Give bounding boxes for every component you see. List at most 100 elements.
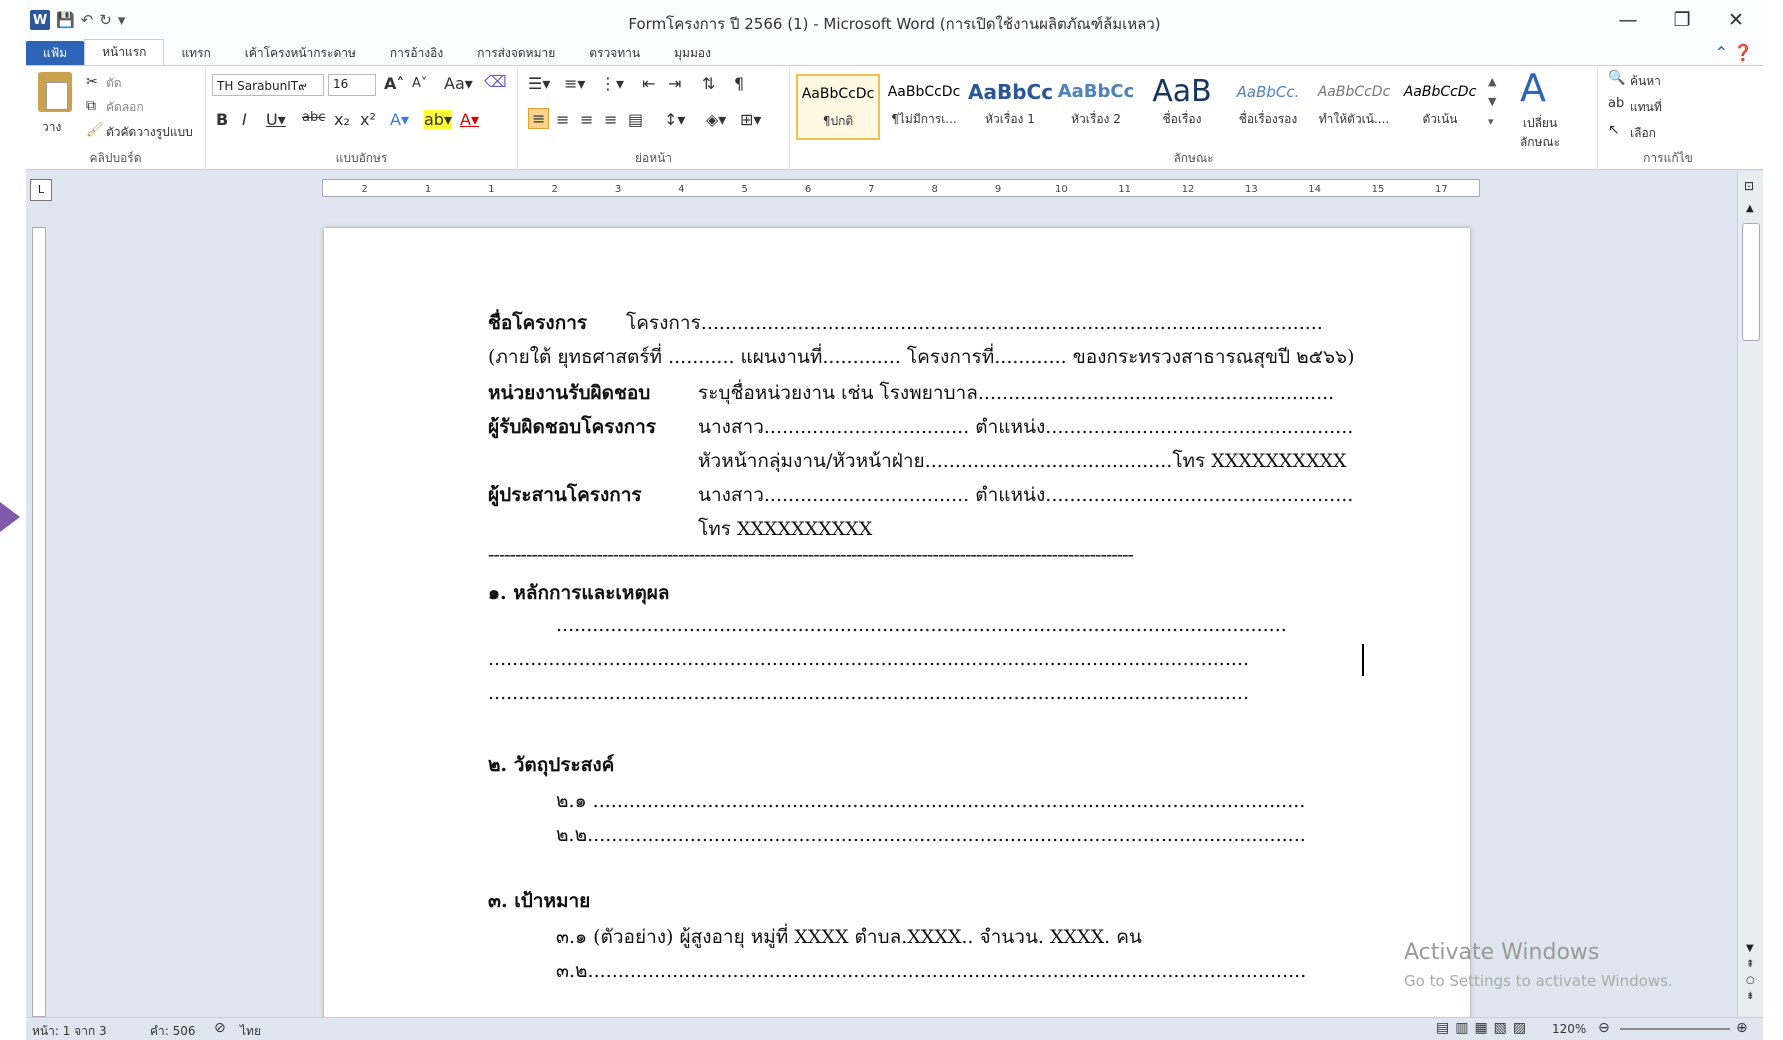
find-label[interactable]: ค้นหา [1630,72,1661,91]
styles-scroll-icon[interactable]: ▲ ▼ ▾ [1488,72,1496,132]
strikethrough-icon[interactable]: abc [302,110,325,125]
change-styles-icon[interactable]: A [1520,66,1546,110]
paste-icon[interactable] [38,72,72,112]
underline-icon[interactable]: U▾ [266,110,286,129]
style-preview: AaB [1152,74,1212,109]
view-mode-icons[interactable]: ▤▥▦▧▨ [1436,1020,1532,1036]
grow-font-icon[interactable]: A˄ [384,74,404,93]
replace-label[interactable]: แทนที่ [1630,98,1662,117]
shrink-font-icon[interactable]: A˅ [412,76,427,91]
numbering-icon[interactable]: ≡▾ [564,74,585,93]
vertical-ruler[interactable] [32,227,46,1017]
font-color-icon[interactable]: A▾ [460,110,479,129]
align-right-icon[interactable]: ≡ [580,110,593,129]
zoom-level[interactable]: 120% [1552,1022,1586,1036]
font-name-select[interactable]: TH SarabunIT๙ [212,74,324,96]
page-count[interactable]: หน้า: 1 จาก 3 [32,1022,107,1040]
owner-value: นางสาว..................................… [698,416,1354,438]
tab-review[interactable]: ตรวจทาน [572,41,657,65]
style-emphasis[interactable]: AaBbCcDc ตัวเน้น [1398,74,1482,140]
style-heading-1[interactable]: AaBbCc หัวเรื่อง 1 [968,74,1052,140]
tab-page-layout[interactable]: เค้าโครงหน้ากระดาษ [228,41,373,65]
style-name: ¶ปกติ [822,114,854,128]
clear-format-icon[interactable]: ⌫ [484,72,507,91]
tab-mailings[interactable]: การส่งจดหมาย [460,41,572,65]
horizontal-ruler[interactable]: 2 1 1 2 3 4 5 6 7 8 9 10 11 12 13 14 15 17 [322,179,1480,197]
tab-insert[interactable]: แทรก [164,41,227,65]
replace-icon[interactable]: ab [1608,96,1624,111]
tab-file[interactable]: แฟ้ม [26,41,85,65]
decrease-indent-icon[interactable]: ⇤ [642,74,655,93]
ruler-number: 7 [868,184,874,195]
copy-icon[interactable]: ⧉ [86,98,96,114]
align-center-icon[interactable]: ≡ [556,110,569,129]
word-count[interactable]: คำ: 506 [150,1022,196,1040]
copy-label[interactable]: คัดลอก [106,98,144,117]
restore-button[interactable]: ❐ [1655,6,1709,34]
justify-icon[interactable]: ≡ [604,110,617,129]
format-painter-icon[interactable]: 🖌 [86,122,104,138]
bullets-icon[interactable]: ☰▾ [528,74,550,93]
agency-value: ระบุชื่อหน่วยงาน เช่น โรงพยาบาล.........… [698,382,1335,404]
show-marks-icon[interactable]: ¶ [734,74,744,93]
font-size-select[interactable]: 16 [328,74,376,96]
multilevel-list-icon[interactable]: ⋮▾ [600,74,624,93]
paste-label[interactable]: วาง [42,118,61,137]
change-case-icon[interactable]: Aa▾ [444,74,473,93]
proofing-icon[interactable]: ⊘ [214,1020,226,1036]
view-ruler-icon[interactable]: ⊡ [1744,179,1754,193]
tab-view[interactable]: มุมมอง [657,41,728,65]
close-button[interactable]: ✕ [1709,6,1763,34]
cut-label[interactable]: ตัด [106,74,122,93]
scrollbar-thumb[interactable] [1742,223,1760,341]
style-subtle-emphasis[interactable]: AaBbCcDc ทำให้ตัวเน้.... [1312,74,1396,140]
style-title[interactable]: AaB ชื่อเรื่อง [1140,74,1224,140]
bold-icon[interactable]: B [216,110,228,129]
style-name: ¶ไม่มีการเ... [891,112,957,126]
tab-home[interactable]: หน้าแรก [84,39,165,65]
thai-distributed-icon[interactable]: ▤ [628,110,643,129]
document-page[interactable]: ชื่อโครงการ โครงการ.....................… [324,228,1470,1028]
style-no-spacing[interactable]: AaBbCcDc ¶ไม่มีการเ... [882,74,966,140]
style-subtitle[interactable]: AaBbCc. ชื่อเรื่องรอง [1226,74,1310,140]
format-painter-label[interactable]: ตัวคัดวางรูปแบบ [106,123,193,142]
zoom-slider[interactable] [1620,1028,1730,1030]
text-effects-icon[interactable]: A▾ [390,110,409,129]
tab-references[interactable]: การอ้างอิง [373,41,460,65]
project-name-value: โครงการ.................................… [626,312,1323,334]
change-styles-label[interactable]: เปลี่ยน ลักษณะ [1512,114,1568,152]
sort-icon[interactable]: ⇅ [702,74,715,93]
shading-icon[interactable]: ◈▾ [706,110,726,129]
scroll-nav-icons[interactable]: ▼ ⇞ ○ ⇟ [1746,941,1755,1005]
minimize-button[interactable]: — [1601,6,1655,34]
styles-group-label: ลักษณะ [1173,151,1214,165]
style-heading-2[interactable]: AaBbCc หัวเรื่อง 2 [1054,74,1138,140]
ruler-number: 10 [1055,184,1068,195]
select-icon[interactable]: ↖ [1608,122,1620,138]
strategy-line: (ภายใต้ ยุทธศาสตร์ที่ ........... แผนงาน… [488,346,1355,368]
scroll-up-icon[interactable]: ▲ [1746,203,1754,214]
zoom-in-icon[interactable]: ⊕ [1736,1020,1748,1036]
ruler-number: 13 [1245,184,1258,195]
section-3-item: ๓.๒.....................................… [556,960,1307,982]
align-left-icon[interactable]: ≡ [528,108,550,129]
style-normal[interactable]: AaBbCcDc ¶ปกติ [796,74,880,140]
zoom-out-icon[interactable]: ⊖ [1598,1020,1610,1036]
highlight-icon[interactable]: ab▾ [424,110,452,129]
subscript-icon[interactable]: x₂ [334,110,350,129]
tab-selector-icon[interactable]: L [30,179,52,201]
scissors-icon[interactable]: ✂ [86,74,98,90]
vertical-scrollbar[interactable]: ⊡ ▲ ▼ ⇞ ○ ⇟ [1737,171,1763,1017]
select-label[interactable]: เลือก [1630,124,1656,143]
language[interactable]: ไทย [240,1022,261,1040]
ruler-number: 2 [361,184,367,195]
line-spacing-icon[interactable]: ↕▾ [664,110,685,129]
increase-indent-icon[interactable]: ⇥ [668,74,681,93]
italic-icon[interactable]: I [242,110,247,129]
help-icons[interactable]: ⌃ ❓ [1715,43,1753,62]
borders-icon[interactable]: ⊞▾ [740,110,761,129]
section-1-line: ........................................… [556,614,1287,636]
binoculars-icon[interactable]: 🔍 [1608,70,1625,86]
style-preview: AaBbCcDc [801,86,875,102]
superscript-icon[interactable]: x² [360,110,376,129]
